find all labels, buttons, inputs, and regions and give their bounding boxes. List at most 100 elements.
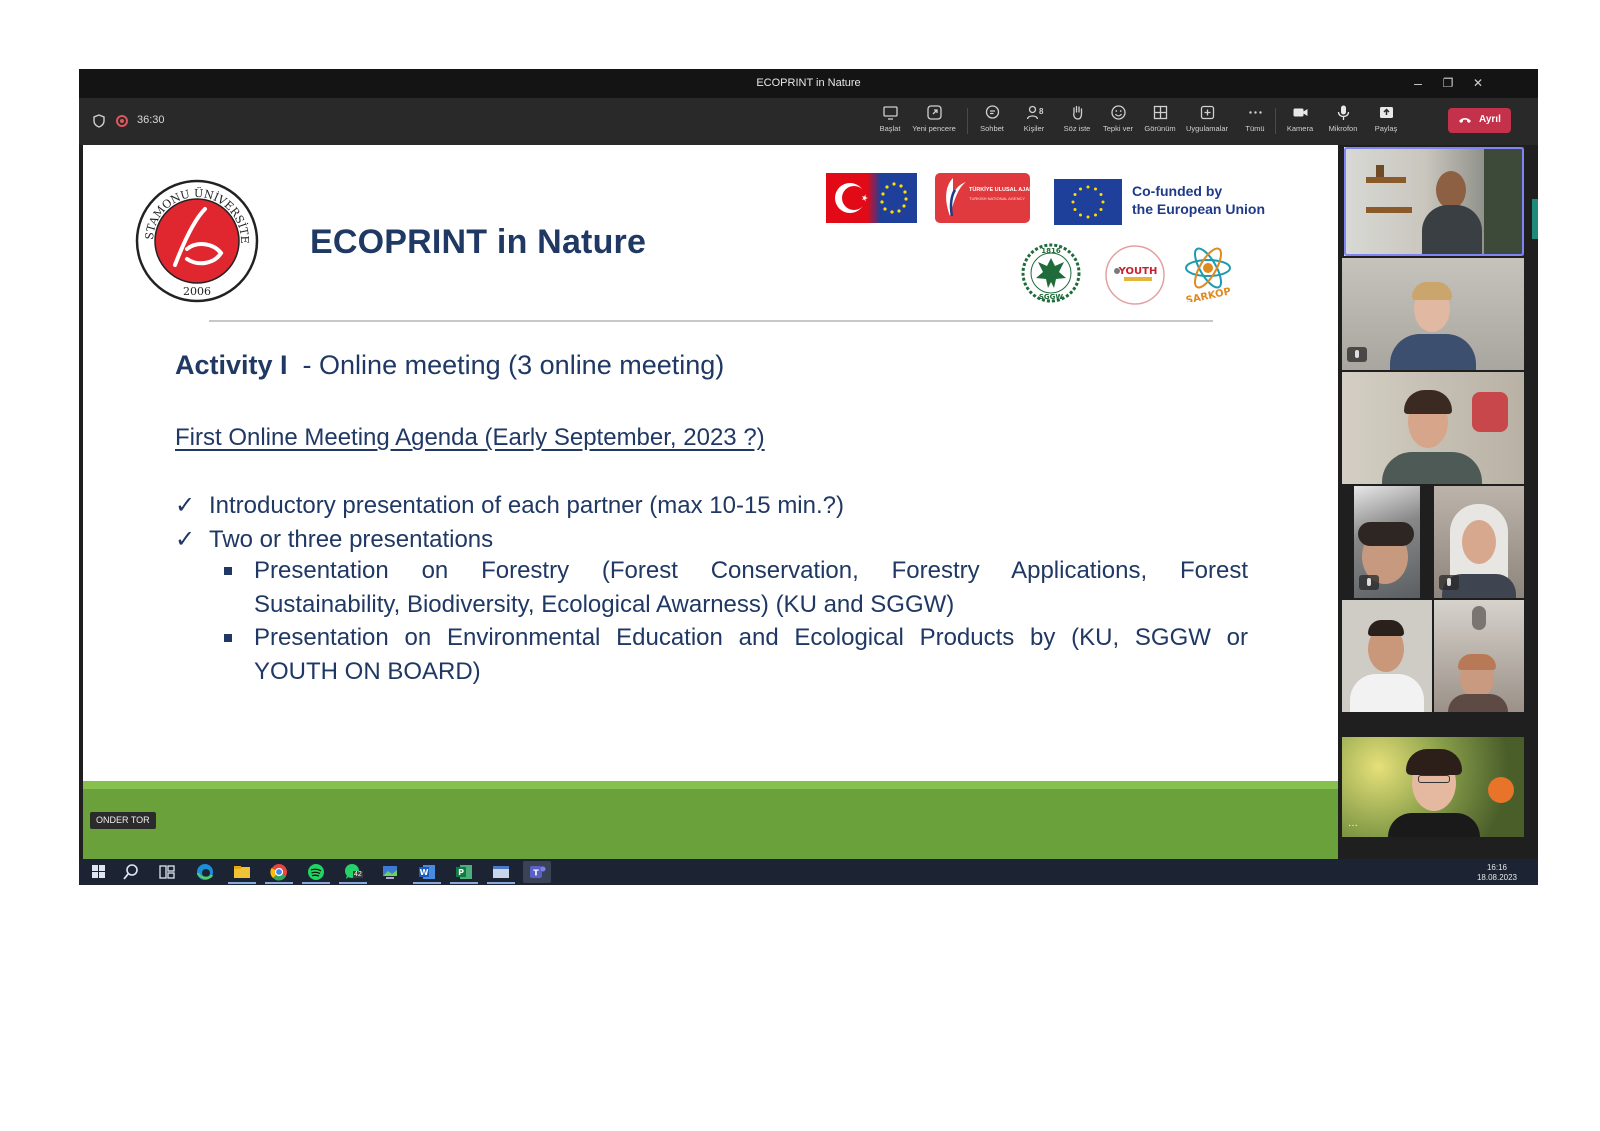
reaction-label: Tepki ver (1102, 124, 1133, 133)
more-options-icon[interactable]: ··· (1348, 820, 1358, 831)
participant-tile[interactable] (1434, 600, 1524, 712)
teams-icon[interactable]: T (523, 861, 551, 883)
muted-mic-icon (1359, 575, 1379, 590)
microphone-label: Mikrofon (1328, 124, 1358, 133)
shield-icon (93, 114, 105, 128)
microphone-icon (1337, 105, 1349, 120)
windows-start-icon[interactable] (89, 863, 109, 881)
people-button[interactable]: 8 Kişiler (1019, 104, 1049, 140)
slide-title: ECOPRINT in Nature (310, 223, 647, 261)
minimize-button[interactable]: – (1407, 73, 1429, 93)
word-icon[interactable]: W (413, 863, 441, 884)
scrollbar-edge (1532, 199, 1538, 239)
participant-tile[interactable] (1342, 372, 1524, 484)
meeting-toolbar: 36:30 Başlat Yeni pencere Sohbet 8 Kişil… (79, 98, 1538, 145)
participant-tile[interactable] (1354, 486, 1420, 598)
people-count-badge: 8 (1039, 107, 1044, 116)
cast-button[interactable]: Başlat (873, 104, 907, 140)
check-item-text: Introductory presentation of each partne… (209, 492, 844, 519)
participant-body (1382, 452, 1482, 484)
slide-divider (209, 320, 1213, 322)
share-icon (1379, 107, 1393, 118)
muted-mic-icon (1347, 347, 1367, 362)
chrome-icon[interactable] (265, 863, 293, 884)
new-window-icon (926, 105, 942, 120)
participant-hair (1412, 282, 1452, 300)
activity-heading: Activity I - Online meeting (3 online me… (175, 350, 724, 381)
camera-button[interactable]: Kamera (1284, 104, 1316, 140)
cast-icon (882, 106, 898, 120)
whatsapp-icon[interactable]: 42 (339, 863, 367, 884)
participant-tile[interactable] (1344, 147, 1524, 256)
more-icon (1248, 111, 1262, 114)
kastamonu-university-logo: KASTAMONU ÜNİVERSİTESİ 2006 (135, 179, 259, 303)
youth-text: YOUTH (1118, 266, 1158, 277)
taskbar-clock[interactable]: 16:16 18.08.2023 (1467, 863, 1527, 883)
participant-hair (1358, 522, 1414, 546)
windows-taskbar: 42 W P T 16:16 18.08.2023 (79, 859, 1538, 885)
cofunded-line2: the European Union (1132, 201, 1265, 217)
apps-icon (1200, 105, 1214, 120)
project-icon[interactable]: P (450, 863, 478, 884)
spotify-icon[interactable] (302, 863, 330, 884)
toolbar-divider (1275, 108, 1276, 134)
camera-label: Kamera (1286, 124, 1314, 133)
participant-body (1448, 694, 1508, 712)
check-item-text: Two or three presentations (209, 526, 494, 553)
sggw-year: 1816 (1041, 247, 1061, 255)
share-button[interactable]: Paylaş (1371, 104, 1401, 140)
agenda-heading: First Online Meeting Agenda (Early Septe… (175, 424, 765, 451)
new-window-button[interactable]: Yeni pencere (908, 104, 960, 140)
photos-icon[interactable] (380, 863, 400, 881)
bullet-item: Presentation on Forestry (Forest Conserv… (224, 554, 1248, 622)
edge-browser-icon[interactable] (195, 863, 215, 881)
participant-tile[interactable] (1434, 486, 1524, 598)
participant-body (1390, 334, 1476, 370)
shared-slide: KASTAMONU ÜNİVERSİTESİ 2006 ECOPRINT in … (83, 145, 1338, 859)
raise-hand-label: Söz iste (1063, 124, 1091, 133)
microphone-button[interactable]: Mikrofon (1323, 104, 1363, 140)
eu-flag-logo (1054, 179, 1122, 225)
leave-label: Ayrıl (1479, 114, 1501, 125)
participant-tile[interactable] (1342, 600, 1432, 712)
toolbar-divider (967, 108, 968, 134)
people-label: Kişiler (1023, 124, 1045, 133)
raise-hand-button[interactable]: Söz iste (1061, 104, 1093, 140)
maximize-button[interactable]: ❐ (1437, 73, 1459, 93)
cofunded-line1: Co-funded by (1132, 183, 1223, 199)
participant-hair (1406, 749, 1462, 775)
chat-button[interactable]: Sohbet (975, 104, 1009, 140)
bullet-item: Presentation on Environmental Education … (224, 621, 1248, 689)
view-grid-icon (1153, 105, 1167, 120)
participant-hair (1458, 654, 1496, 670)
reaction-button[interactable]: Tepki ver (1101, 104, 1135, 140)
task-view-icon[interactable] (157, 863, 177, 881)
view-button[interactable]: Görünüm (1142, 104, 1178, 140)
more-button[interactable]: Tümü (1243, 104, 1267, 140)
agency-logo-subtext: TURKISH NATIONAL AGENCY (969, 196, 1026, 201)
participant-hair (1368, 620, 1404, 636)
search-icon[interactable] (121, 863, 141, 881)
recording-icon (116, 115, 128, 127)
participant-panel: ··· (1342, 145, 1538, 859)
participant-body (1388, 813, 1480, 837)
leave-button[interactable]: Ayrıl (1448, 108, 1511, 133)
cast-label: Başlat (879, 124, 901, 133)
check-mark-icon: ✓ (175, 492, 196, 519)
turkey-eu-flag-logo (826, 173, 917, 223)
phone-hangup-icon (1459, 118, 1471, 123)
agency-logo-text: TÜRKİYE ULUSAL AJANSI (969, 187, 1030, 193)
clock-date: 18.08.2023 (1476, 873, 1518, 882)
teams-meeting-window: ECOPRINT in Nature – ❐ ✕ 36:30 Başlat Ye… (79, 69, 1538, 885)
close-button[interactable]: ✕ (1467, 73, 1489, 93)
window-title: ECOPRINT in Nature (756, 77, 861, 89)
file-explorer-icon[interactable] (228, 863, 256, 884)
window-app-icon[interactable] (487, 863, 515, 884)
chat-icon (985, 105, 999, 119)
participant-face (1462, 520, 1496, 564)
sarkop-logo: SARKOP (1185, 247, 1232, 302)
more-label: Tümü (1245, 124, 1265, 133)
apps-button[interactable]: Uygulamalar (1183, 104, 1231, 140)
participant-tile[interactable] (1342, 258, 1524, 370)
participant-tile[interactable]: ··· (1342, 737, 1524, 837)
